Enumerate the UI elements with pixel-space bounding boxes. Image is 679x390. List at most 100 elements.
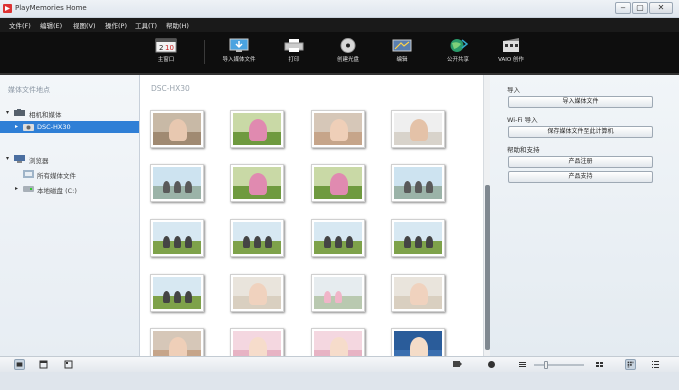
tree-item-local-disk[interactable]: ▸ 本地磁盘 (C:) bbox=[0, 183, 139, 195]
toolbar-create-disc[interactable]: 创建光盘 bbox=[322, 35, 374, 73]
grid-view-icon[interactable] bbox=[625, 359, 636, 370]
calendar-icon: 2 10 bbox=[155, 38, 177, 53]
small-thumbnails-icon[interactable] bbox=[517, 359, 528, 370]
thumbnail-view: DSC-HX30 bbox=[140, 75, 483, 366]
drive-view-icon[interactable] bbox=[63, 359, 74, 370]
chevron-right-icon[interactable]: ▸ bbox=[15, 185, 18, 192]
photo-thumbnail[interactable] bbox=[230, 219, 284, 257]
disc-icon bbox=[340, 38, 356, 53]
toolbar-label: 创建光盘 bbox=[336, 57, 359, 63]
photo-image bbox=[233, 113, 281, 145]
photo-image bbox=[153, 113, 201, 145]
device-title: DSC-HX30 bbox=[151, 84, 190, 93]
menu-operation[interactable]: 操作(P) bbox=[105, 20, 127, 30]
toolbar-print[interactable]: 打印 bbox=[268, 35, 320, 73]
toolbar-vaio-create[interactable]: VAIO 创作 bbox=[485, 35, 537, 73]
vertical-scrollbar[interactable] bbox=[483, 75, 490, 356]
photo-thumbnail[interactable] bbox=[311, 164, 365, 202]
toolbar-share[interactable]: 公开共享 bbox=[432, 35, 484, 73]
media-location-pane: 媒体文件地点 ▾ 相机和媒体 ▸ DSC-HX30 ▾ 浏览器 所有媒体文件 ▸… bbox=[0, 75, 140, 356]
photo-thumbnail[interactable] bbox=[230, 110, 284, 148]
computer-icon bbox=[14, 155, 25, 163]
toolbar-label: 导入媒体文件 bbox=[222, 57, 256, 63]
photo-thumbnail[interactable] bbox=[391, 274, 445, 312]
photo-thumbnail[interactable] bbox=[150, 110, 204, 148]
tree-item-browser[interactable]: ▾ 浏览器 bbox=[0, 153, 139, 165]
tree-item-label: 所有媒体文件 bbox=[37, 172, 76, 180]
menu-bar: 文件(F) 编辑(E) 视图(V) 操作(P) 工具(T) 帮助(H) bbox=[0, 18, 679, 32]
photo-thumbnail[interactable] bbox=[391, 219, 445, 257]
toolbar-label: 编辑 bbox=[396, 57, 408, 63]
list-view-icon[interactable] bbox=[650, 359, 661, 370]
large-thumbnails-icon[interactable] bbox=[594, 359, 605, 370]
photo-image bbox=[233, 167, 281, 199]
photo-thumbnail[interactable] bbox=[391, 110, 445, 148]
menu-edit[interactable]: 编辑(E) bbox=[40, 20, 62, 30]
photo-image bbox=[153, 277, 201, 309]
toolbar-main-window[interactable]: 2 10 主窗口 bbox=[140, 35, 192, 73]
chevron-down-icon[interactable]: ▾ bbox=[6, 109, 9, 116]
section-heading-help-support: 帮助和支持 bbox=[507, 146, 540, 154]
photo-thumbnail[interactable] bbox=[311, 219, 365, 257]
maximize-button[interactable]: ▢ bbox=[632, 2, 648, 14]
folder-view-icon[interactable] bbox=[14, 359, 25, 370]
minimize-button[interactable]: ‒ bbox=[615, 2, 631, 14]
slider-handle[interactable] bbox=[544, 361, 548, 369]
photo-image bbox=[314, 222, 362, 254]
product-support-button[interactable]: 产品支持 bbox=[508, 171, 653, 183]
menu-tools[interactable]: 工具(T) bbox=[135, 20, 157, 30]
import-icon bbox=[229, 38, 249, 52]
photo-thumbnail[interactable] bbox=[150, 164, 204, 202]
photo-thumbnail[interactable] bbox=[230, 274, 284, 312]
thumbnail-size-slider[interactable] bbox=[534, 361, 584, 369]
tree-item-all-media[interactable]: 所有媒体文件 bbox=[0, 168, 139, 180]
photo-image bbox=[153, 167, 201, 199]
svg-text:2: 2 bbox=[159, 44, 163, 52]
import-media-button[interactable]: 导入媒体文件 bbox=[508, 96, 653, 108]
chevron-down-icon[interactable]: ▾ bbox=[6, 155, 9, 162]
photo-thumbnail[interactable] bbox=[391, 164, 445, 202]
chevron-right-icon[interactable]: ▸ bbox=[15, 123, 18, 130]
photo-image bbox=[314, 113, 362, 145]
close-icon: ✕ bbox=[657, 3, 665, 12]
photo-image bbox=[233, 277, 281, 309]
menu-file[interactable]: 文件(F) bbox=[9, 20, 31, 30]
tree-item-dsc-hx30[interactable]: ▸ DSC-HX30 bbox=[0, 121, 139, 133]
toolbar-import[interactable]: 导入媒体文件 bbox=[213, 35, 265, 73]
calendar-view-icon[interactable] bbox=[38, 359, 49, 370]
photo-thumbnail[interactable] bbox=[311, 274, 365, 312]
info-icon[interactable] bbox=[486, 359, 497, 370]
tree-item-label: 相机和媒体 bbox=[29, 111, 62, 119]
window-title: PlayMemories Home bbox=[15, 4, 87, 12]
photo-thumbnail[interactable] bbox=[150, 274, 204, 312]
photo-image bbox=[394, 113, 442, 145]
photo-image bbox=[153, 222, 201, 254]
photo-image bbox=[314, 277, 362, 309]
slideshow-icon[interactable] bbox=[452, 359, 463, 370]
window-bottom-frame bbox=[0, 372, 679, 390]
save-to-computer-button[interactable]: 保存媒体文件至此计算机 bbox=[508, 126, 653, 138]
menu-view[interactable]: 视图(V) bbox=[73, 20, 96, 30]
disk-icon bbox=[23, 186, 34, 192]
title-bar: PlayMemories Home ‒ ▢ ✕ bbox=[0, 0, 679, 18]
photo-image bbox=[314, 167, 362, 199]
photo-thumbnail[interactable] bbox=[230, 164, 284, 202]
photo-thumbnail[interactable] bbox=[311, 110, 365, 148]
tasks-pane: 导入 导入媒体文件 Wi-Fi 导入 保存媒体文件至此计算机 帮助和支持 产品注… bbox=[490, 75, 679, 356]
product-registration-button[interactable]: 产品注册 bbox=[508, 156, 653, 168]
section-heading-wifi-import: Wi-Fi 导入 bbox=[507, 116, 538, 124]
photo-thumbnail[interactable] bbox=[150, 219, 204, 257]
close-button[interactable]: ✕ bbox=[649, 2, 673, 14]
photo-image bbox=[394, 167, 442, 199]
maximize-icon: ▢ bbox=[636, 3, 644, 12]
photo-image bbox=[394, 277, 442, 309]
toolbar-edit[interactable]: 编辑 bbox=[376, 35, 428, 73]
tree-item-cameras[interactable]: ▾ 相机和媒体 bbox=[0, 107, 139, 119]
tree-item-label: 浏览器 bbox=[29, 157, 49, 165]
toolbar-label: VAIO 创作 bbox=[498, 57, 524, 63]
printer-icon bbox=[284, 39, 304, 52]
minimize-icon: ‒ bbox=[620, 3, 626, 12]
toolbar-label: 公开共享 bbox=[446, 57, 469, 63]
menu-help[interactable]: 帮助(H) bbox=[166, 20, 189, 30]
toolbar-label: 主窗口 bbox=[157, 57, 175, 63]
